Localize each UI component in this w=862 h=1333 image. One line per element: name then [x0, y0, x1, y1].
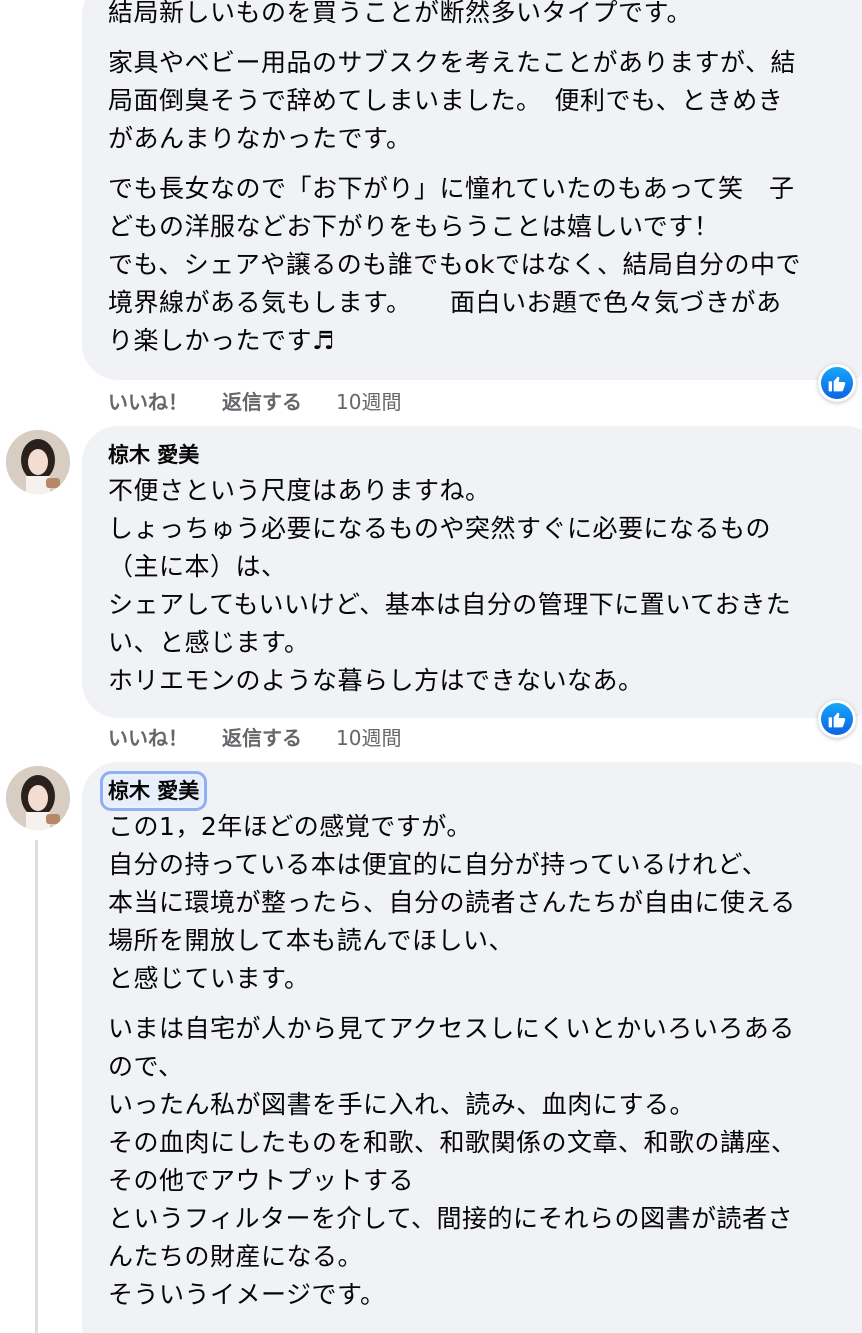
comment-paragraph: 不便さという尺度はありますね。 しょっちゅう必要になるものや突然すぐに必要になる…: [108, 472, 852, 700]
comment-text-line: んたちの財産になる。: [108, 1242, 364, 1271]
comment-actions: いいね！ 返信する 10週間: [108, 386, 401, 415]
reply-link[interactable]: 返信する: [222, 386, 302, 415]
comment-author[interactable]: 椋木 愛美: [108, 440, 199, 470]
thread-connector: [35, 840, 38, 1333]
reaction-badge[interactable]: [818, 700, 856, 738]
comment-text-line: （主に本）は、: [108, 552, 287, 581]
comment-paragraph: でも長女なので「お下がり」に憧れていたのもあって笑 子 どもの洋服などお下がりを…: [108, 170, 852, 360]
comment-text-line: その他でアウトプットする: [108, 1166, 415, 1195]
avatar[interactable]: [6, 430, 70, 494]
comment-text-line: その血肉にしたものを和歌、和歌関係の文章、和歌の講座、: [108, 1128, 797, 1157]
reaction-badge[interactable]: [818, 364, 856, 402]
comment-text-line: どもの洋服などお下がりをもらうことは嬉しいです！: [108, 212, 720, 241]
comment-text-line: 不便さという尺度はありますね。: [108, 476, 491, 505]
comment-text-line: そういうイメージです。: [108, 1280, 386, 1309]
comment-text-line: ホリエモンのような暮らし方はできないなあ。: [108, 666, 644, 695]
comment-paragraph: 家具やベビー用品のサブスクを考えたことがありますが、結 局面倒臭そうで辞めてしま…: [108, 44, 852, 158]
comment-text-line: シェアしてもいいけど、基本は自分の管理下に置いておきた: [108, 590, 792, 619]
comment-text-line: いったん私が図書を手に入れ、読み、血肉にする。: [108, 1090, 696, 1119]
comment-text-line: 家具やベビー用品のサブスクを考えたことがありますが、結: [108, 48, 797, 77]
comment-text-line: でも長女なので「お下がり」に憧れていたのもあって笑 子: [108, 174, 795, 203]
comment-text-line: 結局新しいものを買うことが断然多いタイプです。: [108, 0, 693, 27]
comment-text-line: 本当に環境が整ったら、自分の読者さんたちが自由に使える: [108, 888, 796, 917]
comment-text-line: この1，2年ほどの感覚ですが。: [108, 812, 472, 841]
comment-bubble-1: 結局新しいものを買うことが断然多いタイプです。 家具やベビー用品のサブスクを考え…: [82, 0, 862, 380]
comment-paragraph: 結局新しいものを買うことが断然多いタイプです。: [108, 0, 852, 32]
comment-text-line: 境界線がある気もします。 面白いお題で色々気づきがあ: [108, 288, 782, 317]
comment-text-line: いまは自宅が人から見てアクセスしにくいとかいろいろある: [108, 1014, 795, 1043]
like-thumb-icon: [821, 703, 853, 735]
timestamp[interactable]: 10週間: [336, 722, 401, 751]
comment-text-line: と感じています。: [108, 964, 310, 993]
comment-text-line: でも、シェアや譲るのも誰でもokではなく、結局自分の中で: [108, 250, 802, 279]
avatar[interactable]: [6, 766, 70, 830]
comment-text-line: い、と感じます。: [108, 628, 310, 657]
comment-text-line: というフィルターを介して、間接的にそれらの図書が読者さ: [108, 1204, 794, 1233]
comment-text-line: 自分の持っている本は便宜的に自分が持っているけれど、: [108, 850, 768, 879]
comment-bubble-2: 椋木 愛美 不便さという尺度はありますね。 しょっちゅう必要になるものや突然すぐ…: [82, 426, 862, 718]
reply-link[interactable]: 返信する: [222, 722, 302, 751]
comment-author[interactable]: 椋木 愛美: [99, 771, 208, 811]
comment-text-line: 場所を開放して本も読んでほしい、: [108, 926, 515, 955]
comment-text-line: ので、: [108, 1052, 184, 1081]
comment-text-line: しょっちゅう必要になるものや突然すぐに必要になるもの: [108, 514, 772, 543]
comment-bubble-3: 椋木 愛美 この1，2年ほどの感覚ですが。 自分の持っている本は便宜的に自分が持…: [82, 762, 862, 1333]
like-link[interactable]: いいね！: [108, 722, 188, 751]
like-thumb-icon: [821, 367, 853, 399]
comment-actions: いいね！ 返信する 10週間: [108, 722, 401, 751]
comment-text-line: 局面倒臭そうで辞めてしまいました。 便利でも、ときめき: [108, 86, 784, 115]
comment-paragraph: この1，2年ほどの感覚ですが。 自分の持っている本は便宜的に自分が持っているけれ…: [108, 808, 852, 998]
comment-text-line: があんまりなかったです。: [108, 124, 412, 153]
comment-text-line: り楽しかったです♬: [108, 326, 335, 355]
comment-paragraph: いまは自宅が人から見てアクセスしにくいとかいろいろある ので、 いったん私が図書…: [108, 1010, 852, 1314]
like-link[interactable]: いいね！: [108, 386, 188, 415]
timestamp[interactable]: 10週間: [336, 386, 401, 415]
